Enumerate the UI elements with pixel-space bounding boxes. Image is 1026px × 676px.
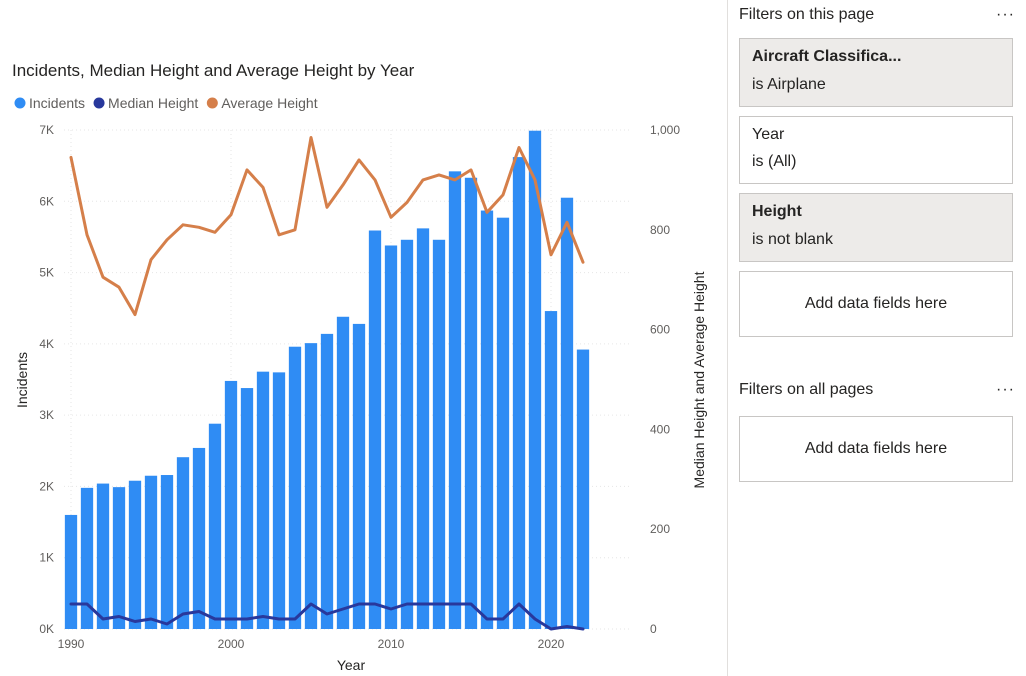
bar-incidents-2016 (480, 210, 494, 629)
bar-incidents-2022 (576, 349, 590, 629)
chart-title: Incidents, Median Height and Average Hei… (12, 61, 415, 80)
filter-card-condition: is (All) (752, 153, 797, 170)
bar-incidents-2020 (544, 311, 558, 629)
bar-incidents-1999 (208, 423, 222, 629)
bar-incidents-2012 (416, 228, 430, 630)
bar-incidents-1995 (144, 475, 158, 629)
bar-incidents-2009 (368, 230, 382, 629)
y-tick-label: 7K (39, 123, 54, 137)
bar-incidents-1992 (96, 483, 110, 629)
x-tick-label: 2020 (538, 637, 565, 651)
bar-incidents-2007 (336, 316, 350, 629)
filter-card-aircraft-classification[interactable]: Aircraft Classifica... is Airplane (739, 38, 1013, 107)
bar-incidents-2001 (240, 388, 254, 629)
bar-incidents-2004 (288, 346, 302, 629)
y-tick-label: 4K (39, 337, 54, 351)
filters-on-page-label: Filters on this page (739, 6, 875, 23)
filters-on-page-header: Filters on this page ··· (739, 3, 1015, 27)
legend-label-1: Median Height (108, 95, 198, 111)
bar-incidents-1998 (192, 447, 206, 629)
bar-incidents-1990 (64, 514, 78, 629)
bar-incidents-2002 (256, 371, 270, 629)
bar-incidents-1996 (160, 475, 174, 629)
filter-card-condition: is not blank (752, 231, 833, 248)
combo-chart: Incidents, Median Height and Average Hei… (12, 61, 707, 673)
bar-incidents-2008 (352, 323, 366, 629)
x-axis-title: Year (337, 657, 366, 673)
y2-tick-label: 400 (650, 422, 670, 436)
add-data-fields-label: Add data fields here (804, 440, 948, 457)
y2-tick-label: 200 (650, 522, 670, 536)
more-options-icon[interactable]: ··· (996, 6, 1015, 24)
bar-incidents-2015 (464, 177, 478, 630)
filters-on-all-pages-label: Filters on all pages (739, 381, 874, 398)
more-options-icon[interactable]: ··· (996, 381, 1015, 399)
bar-incidents-2014 (448, 171, 462, 630)
y2-tick-label: 600 (650, 323, 670, 337)
add-data-fields-all-dropzone[interactable]: Add data fields here (739, 416, 1013, 482)
bar-incidents-1993 (112, 487, 126, 629)
y-tick-label: 0K (39, 622, 54, 636)
y-tick-label: 1K (39, 551, 54, 565)
x-tick-label: 1990 (58, 637, 85, 651)
x-tick-label: 2000 (218, 637, 245, 651)
y2-axis-title: Median Height and Average Height (691, 271, 707, 488)
legend-label-2: Average Height (221, 95, 317, 111)
y2-tick-label: 1,000 (650, 123, 680, 137)
bar-incidents-2021 (560, 197, 574, 629)
filter-pane: Filters on this page ··· Aircraft Classi… (728, 0, 1026, 676)
x-tick-label: 2010 (378, 637, 405, 651)
y2-tick-label: 0 (650, 622, 657, 636)
y-tick-label: 2K (39, 479, 54, 493)
legend-marker-0 (14, 97, 26, 109)
bar-incidents-1994 (128, 480, 142, 629)
y-axis-title: Incidents (14, 352, 30, 408)
filter-card-title: Height (752, 203, 802, 220)
bar-incidents-2013 (432, 239, 446, 629)
filter-card-title: Year (752, 126, 785, 143)
filter-card-title: Aircraft Classifica... (752, 48, 902, 65)
add-data-fields-label: Add data fields here (804, 295, 948, 312)
filter-card-height[interactable]: Height is not blank (739, 193, 1013, 262)
y-tick-label: 3K (39, 408, 54, 422)
bar-incidents-2003 (272, 372, 286, 629)
bar-incidents-2017 (496, 217, 510, 629)
chart-visual: Incidents, Median Height and Average Hei… (0, 0, 727, 676)
filter-card-condition: is Airplane (752, 76, 826, 93)
legend-marker-2 (206, 97, 218, 109)
bar-incidents-2000 (224, 380, 238, 629)
bar-incidents-2005 (304, 343, 318, 629)
legend-label-0: Incidents (29, 95, 85, 111)
bar-incidents-2018 (512, 157, 526, 630)
y2-tick-label: 800 (650, 223, 670, 237)
bar-incidents-2011 (400, 239, 414, 629)
filter-card-year[interactable]: Year is (All) (739, 116, 1013, 184)
bar-incidents-2006 (320, 333, 334, 629)
y-tick-label: 5K (39, 266, 54, 280)
filters-on-all-pages-header: Filters on all pages ··· (739, 378, 1015, 402)
bar-incidents-1997 (176, 457, 190, 629)
bar-incidents-2010 (384, 245, 398, 630)
add-data-fields-page-dropzone[interactable]: Add data fields here (739, 271, 1013, 337)
legend-marker-1 (93, 97, 105, 109)
y-tick-label: 6K (39, 194, 54, 208)
